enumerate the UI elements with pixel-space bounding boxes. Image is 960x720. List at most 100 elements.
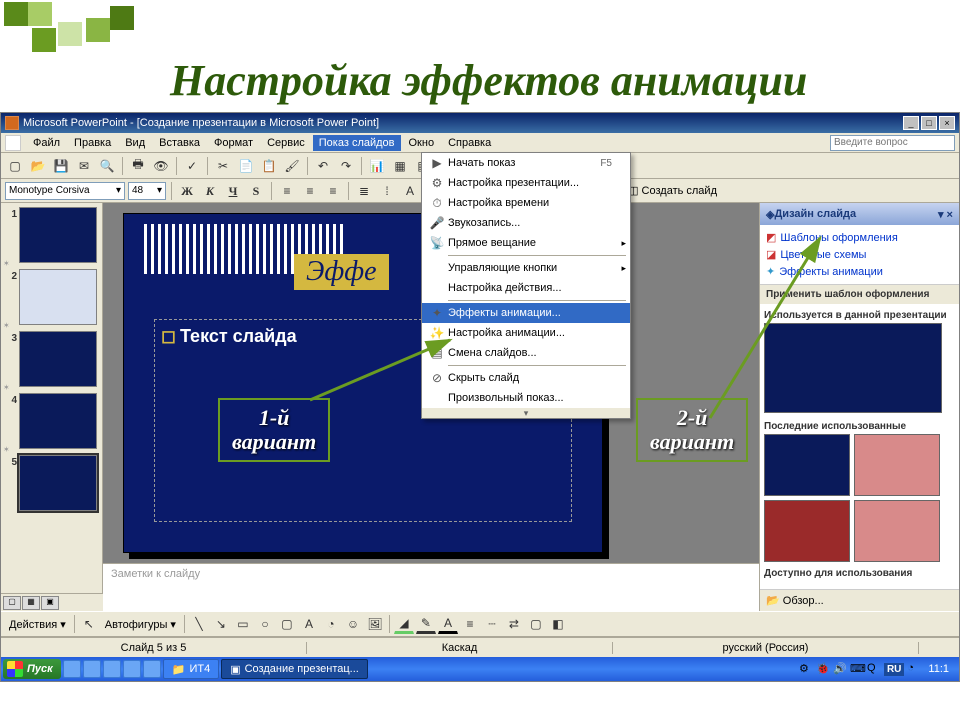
diagram-icon[interactable]: ◔ <box>321 614 341 634</box>
redo-icon[interactable]: ↷ <box>336 156 356 176</box>
quicklaunch-icon[interactable] <box>103 660 121 678</box>
line-icon[interactable]: ╲ <box>189 614 209 634</box>
search-icon[interactable]: 🔍 <box>97 156 117 176</box>
taskbar-task[interactable]: 📁 ИТ4 <box>163 659 219 679</box>
fill-color-icon[interactable]: ◢ <box>394 614 414 634</box>
notes-pane[interactable]: Заметки к слайду <box>103 563 759 611</box>
wordart-icon[interactable]: A <box>299 614 319 634</box>
rectangle-icon[interactable]: ▭ <box>233 614 253 634</box>
align-left-icon[interactable]: ≡ <box>277 181 297 201</box>
table-icon[interactable]: ▦ <box>390 156 410 176</box>
bullets-icon[interactable]: ⁞ <box>377 181 397 201</box>
increase-font-icon[interactable]: A <box>400 181 420 201</box>
thumb-4[interactable] <box>19 393 97 449</box>
dd-start-show[interactable]: ▶Начать показF5 <box>422 153 630 173</box>
tray-icon[interactable]: ⌨ <box>850 662 864 676</box>
font-name-combo[interactable]: Monotype Corsiva▾ <box>5 182 125 200</box>
arrow-style-icon[interactable]: ⇄ <box>504 614 524 634</box>
minimize-button[interactable]: _ <box>903 116 919 130</box>
menu-tools[interactable]: Сервис <box>261 135 311 151</box>
menu-help[interactable]: Справка <box>442 135 497 151</box>
template-thumb[interactable] <box>764 500 850 562</box>
save-icon[interactable]: 💾 <box>51 156 71 176</box>
dd-rehearse[interactable]: ⏱Настройка времени <box>422 193 630 213</box>
menu-edit[interactable]: Правка <box>68 135 117 151</box>
underline-button[interactable]: Ч <box>223 181 243 201</box>
dd-broadcast[interactable]: 📡Прямое вещание▸ <box>422 233 630 253</box>
new-icon[interactable]: ▢ <box>5 156 25 176</box>
dd-action-settings[interactable]: Настройка действия... <box>422 278 630 298</box>
slide-title[interactable]: Эффе <box>294 254 389 290</box>
menu-format[interactable]: Формат <box>208 135 259 151</box>
tray-icon[interactable]: ◔ <box>907 662 921 676</box>
mail-icon[interactable]: ✉ <box>74 156 94 176</box>
normal-view-icon[interactable]: ▢ <box>3 596 21 610</box>
dash-style-icon[interactable]: ┈ <box>482 614 502 634</box>
picture-icon[interactable]: 🖼 <box>365 614 385 634</box>
sorter-view-icon[interactable]: ▦ <box>22 596 40 610</box>
quicklaunch-icon[interactable] <box>83 660 101 678</box>
tp-templates-list[interactable]: Используется в данной презентации Послед… <box>760 304 959 589</box>
quicklaunch-icon[interactable] <box>143 660 161 678</box>
chart-icon[interactable]: 📊 <box>367 156 387 176</box>
taskbar-clock[interactable]: 11:1 <box>924 663 953 675</box>
help-search-input[interactable] <box>830 135 955 151</box>
tray-icon[interactable]: ⚙ <box>799 662 813 676</box>
maximize-button[interactable]: □ <box>921 116 937 130</box>
dd-record[interactable]: 🎤Звукозапись... <box>422 213 630 233</box>
align-right-icon[interactable]: ≡ <box>323 181 343 201</box>
dd-setup-show[interactable]: ⚙Настройка презентации... <box>422 173 630 193</box>
thumb-1[interactable] <box>19 207 97 263</box>
paste-icon[interactable]: 📋 <box>259 156 279 176</box>
dd-hide-slide[interactable]: ⊘Скрыть слайд <box>422 368 630 388</box>
actions-menu[interactable]: Действия ▾ <box>5 618 70 631</box>
menu-view[interactable]: Вид <box>119 135 151 151</box>
format-painter-icon[interactable]: 🖌 <box>282 156 302 176</box>
preview-icon[interactable]: 👁 <box>151 156 171 176</box>
dd-slide-transition[interactable]: ▤Смена слайдов... <box>422 343 630 363</box>
menu-window[interactable]: Окно <box>403 135 441 151</box>
font-color-icon[interactable]: A <box>438 614 458 634</box>
italic-button[interactable]: К <box>200 181 220 201</box>
arrow-icon[interactable]: ↘ <box>211 614 231 634</box>
menu-slideshow[interactable]: Показ слайдов <box>313 135 401 151</box>
thumb-5[interactable] <box>19 455 97 511</box>
slideshow-view-icon[interactable]: ▣ <box>41 596 59 610</box>
tray-icon[interactable]: 🔊 <box>833 662 847 676</box>
menu-insert[interactable]: Вставка <box>153 135 206 151</box>
print-icon[interactable]: 🖶 <box>128 156 148 176</box>
autoshapes-menu[interactable]: Автофигуры ▾ <box>101 618 180 631</box>
thumb-3[interactable] <box>19 331 97 387</box>
control-menu-icon[interactable] <box>5 135 21 151</box>
quicklaunch-icon[interactable] <box>63 660 81 678</box>
quicklaunch-icon[interactable] <box>123 660 141 678</box>
line-color-icon[interactable]: ✎ <box>416 614 436 634</box>
tp-browse[interactable]: 📂 Обзор... <box>760 589 959 611</box>
align-center-icon[interactable]: ≡ <box>300 181 320 201</box>
clipart-icon[interactable]: ☺ <box>343 614 363 634</box>
dd-custom-animation[interactable]: ✨Настройка анимации... <box>422 323 630 343</box>
tray-icon[interactable]: Q <box>867 662 881 676</box>
template-thumb[interactable] <box>854 434 940 496</box>
tray-icon[interactable]: 🐞 <box>816 662 830 676</box>
open-icon[interactable]: 📂 <box>28 156 48 176</box>
tp-link-anim-effects[interactable]: ✦Эффекты анимации <box>766 263 953 280</box>
dd-expand-icon[interactable]: ▾ <box>422 408 630 418</box>
tp-link-colors[interactable]: ◪Цветовые схемы <box>766 246 953 263</box>
shadow-style-icon[interactable]: ▢ <box>526 614 546 634</box>
start-button[interactable]: Пуск <box>3 659 61 679</box>
3d-style-icon[interactable]: ◧ <box>548 614 568 634</box>
copy-icon[interactable]: 📄 <box>236 156 256 176</box>
menu-file[interactable]: Файл <box>27 135 66 151</box>
numbering-icon[interactable]: ≣ <box>354 181 374 201</box>
new-slide-button[interactable]: ◫ Создать слайд <box>622 182 723 199</box>
select-icon[interactable]: ↖ <box>79 614 99 634</box>
line-style-icon[interactable]: ≡ <box>460 614 480 634</box>
tp-link-templates[interactable]: ◩Шаблоны оформления <box>766 229 953 246</box>
spellcheck-icon[interactable]: ✓ <box>182 156 202 176</box>
textbox-icon[interactable]: ▢ <box>277 614 297 634</box>
undo-icon[interactable]: ↶ <box>313 156 333 176</box>
cut-icon[interactable]: ✂ <box>213 156 233 176</box>
language-indicator[interactable]: RU <box>884 663 904 676</box>
dd-custom-show[interactable]: Произвольный показ... <box>422 388 630 408</box>
